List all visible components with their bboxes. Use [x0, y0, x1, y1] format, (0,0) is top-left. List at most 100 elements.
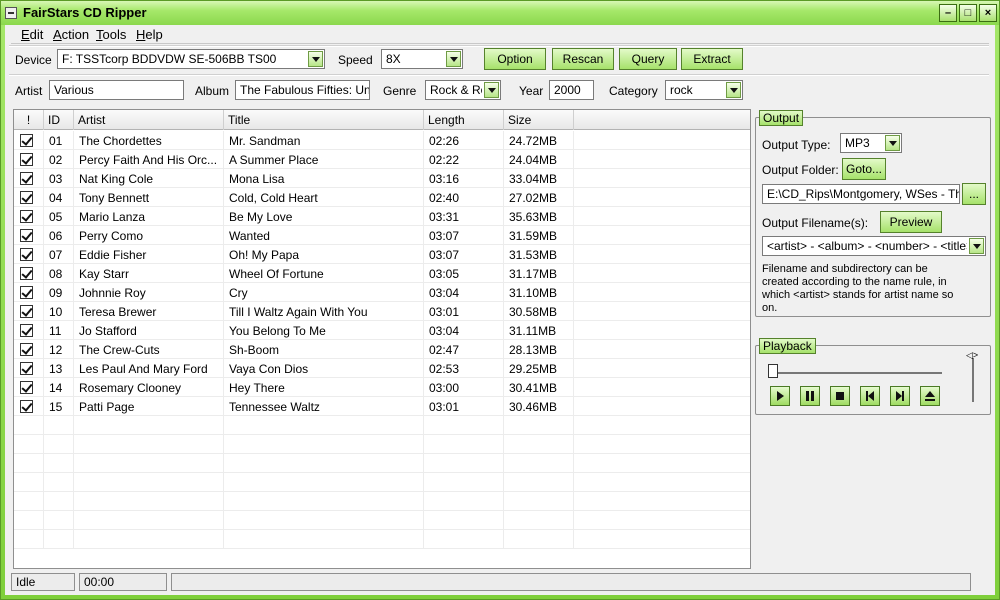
table-row[interactable]: 01 The Chordettes Mr. Sandman 02:26 24.72MB — [14, 131, 750, 150]
track-checkbox[interactable] — [20, 400, 33, 413]
pause-button[interactable] — [800, 386, 820, 406]
chevron-down-icon[interactable] — [726, 82, 741, 98]
table-row[interactable]: 06 Perry Como Wanted 03:07 31.59MB — [14, 226, 750, 245]
column-check[interactable]: ! — [14, 110, 44, 130]
table-row[interactable]: 02 Percy Faith And His Orc... A Summer Pla… — [14, 150, 750, 169]
eject-icon — [925, 391, 935, 401]
device-select[interactable]: F: TSSTcorp BDDVDW SE-506BB TS00 — [57, 49, 325, 69]
menu-edit[interactable]: Edit — [21, 27, 43, 42]
track-list[interactable]: ! ID Artist Title Length Size 01 The Chor… — [13, 109, 751, 569]
track-checkbox[interactable] — [20, 134, 33, 147]
album-input[interactable]: The Fabulous Fifties: Unfo — [235, 80, 370, 100]
cell-length: 03:01 — [424, 302, 504, 321]
table-row[interactable]: 10 Teresa Brewer Till I Waltz Again With Y… — [14, 302, 750, 321]
seek-handle[interactable] — [768, 364, 778, 378]
table-row[interactable]: 12 The Crew-Cuts Sh-Boom 02:47 28.13MB — [14, 340, 750, 359]
cell-id — [44, 511, 74, 530]
table-row[interactable] — [14, 511, 750, 530]
cell-size: 30.46MB — [504, 397, 574, 416]
column-length[interactable]: Length — [424, 110, 504, 130]
artist-input[interactable]: Various — [49, 80, 184, 100]
output-folder-input[interactable]: E:\CD_Rips\Montgomery, WSes - The I — [762, 184, 960, 204]
genre-select[interactable]: Rock & Rol — [425, 80, 501, 100]
chevron-down-icon[interactable] — [308, 51, 323, 67]
maximize-button[interactable]: □ — [959, 4, 977, 22]
table-row[interactable] — [14, 416, 750, 435]
cell-title — [224, 473, 424, 492]
rescan-button[interactable]: Rescan — [552, 48, 614, 70]
track-checkbox[interactable] — [20, 362, 33, 375]
previous-button[interactable] — [860, 386, 880, 406]
volume-track[interactable] — [972, 358, 974, 402]
row-check-cell — [14, 283, 44, 302]
output-type-select[interactable]: MP3 — [840, 133, 902, 153]
track-checkbox[interactable] — [20, 248, 33, 261]
play-button[interactable] — [770, 386, 790, 406]
speed-select[interactable]: 8X — [381, 49, 463, 69]
status-progress — [171, 573, 971, 591]
menu-action[interactable]: Action — [53, 27, 89, 42]
table-row[interactable]: 15 Patti Page Tennessee Waltz 03:01 30.46MB — [14, 397, 750, 416]
chevron-down-icon[interactable] — [885, 135, 900, 151]
title-bar[interactable]: FairStars CD Ripper – □ × — [1, 1, 999, 25]
cell-title: Mr. Sandman — [224, 131, 424, 150]
track-checkbox[interactable] — [20, 153, 33, 166]
track-checkbox[interactable] — [20, 210, 33, 223]
next-button[interactable] — [890, 386, 910, 406]
table-row[interactable]: 08 Kay Starr Wheel Of Fortune 03:05 31.17MB — [14, 264, 750, 283]
track-checkbox[interactable] — [20, 343, 33, 356]
table-row[interactable]: 13 Les Paul And Mary Ford Vaya Con Dios 02:… — [14, 359, 750, 378]
track-checkbox[interactable] — [20, 267, 33, 280]
track-checkbox[interactable] — [20, 324, 33, 337]
preview-button[interactable]: Preview — [880, 211, 942, 233]
cell-title: Be My Love — [224, 207, 424, 226]
goto-button[interactable]: Goto... — [842, 158, 886, 180]
option-button[interactable]: Option — [484, 48, 546, 70]
query-button[interactable]: Query — [619, 48, 677, 70]
chevron-down-icon[interactable] — [484, 82, 499, 98]
minimize-button[interactable]: – — [939, 4, 957, 22]
close-button[interactable]: × — [979, 4, 997, 22]
table-row[interactable]: 05 Mario Lanza Be My Love 03:31 35.63MB — [14, 207, 750, 226]
menu-help[interactable]: Help — [136, 27, 163, 42]
track-checkbox[interactable] — [20, 381, 33, 394]
cell-title: Cold, Cold Heart — [224, 188, 424, 207]
table-row[interactable] — [14, 492, 750, 511]
column-artist[interactable]: Artist — [74, 110, 224, 130]
output-filename-label: Output Filename(s): — [762, 216, 869, 230]
chevron-down-icon[interactable] — [446, 51, 461, 67]
table-row[interactable]: 09 Johnnie Roy Cry 03:04 31.10MB — [14, 283, 750, 302]
stop-button[interactable] — [830, 386, 850, 406]
table-row[interactable]: 11 Jo Stafford You Belong To Me 03:04 31.11M… — [14, 321, 750, 340]
column-title[interactable]: Title — [224, 110, 424, 130]
extract-button[interactable]: Extract — [681, 48, 743, 70]
category-select[interactable]: rock — [665, 80, 743, 100]
track-checkbox[interactable] — [20, 191, 33, 204]
status-state: Idle — [11, 573, 75, 591]
output-filename-select[interactable]: <artist> - <album> - <number> - <title> — [762, 236, 986, 256]
track-checkbox[interactable] — [20, 305, 33, 318]
menu-tools[interactable]: Tools — [96, 27, 126, 42]
track-list-header: ! ID Artist Title Length Size — [14, 110, 750, 130]
chevron-down-icon[interactable] — [969, 238, 984, 254]
table-row[interactable] — [14, 473, 750, 492]
year-input[interactable]: 2000 — [549, 80, 594, 100]
browse-button[interactable]: ... — [962, 183, 986, 205]
system-menu-icon[interactable] — [5, 7, 17, 19]
track-checkbox[interactable] — [20, 172, 33, 185]
seek-track[interactable] — [770, 372, 942, 374]
table-row[interactable]: 04 Tony Bennett Cold, Cold Heart 02:40 27.02… — [14, 188, 750, 207]
track-checkbox[interactable] — [20, 286, 33, 299]
column-id[interactable]: ID — [44, 110, 74, 130]
table-row[interactable]: 07 Eddie Fisher Oh! My Papa 03:07 31.53MB — [14, 245, 750, 264]
table-row[interactable] — [14, 530, 750, 549]
track-checkbox[interactable] — [20, 229, 33, 242]
column-size[interactable]: Size — [504, 110, 574, 130]
table-row[interactable]: 03 Nat King Cole Mona Lisa 03:16 33.04MB — [14, 169, 750, 188]
cell-length — [424, 530, 504, 549]
table-row[interactable]: 14 Rosemary Clooney Hey There 03:00 30.41MB — [14, 378, 750, 397]
eject-button[interactable] — [920, 386, 940, 406]
table-row[interactable] — [14, 454, 750, 473]
table-row[interactable] — [14, 435, 750, 454]
cell-artist: Patti Page — [74, 397, 224, 416]
